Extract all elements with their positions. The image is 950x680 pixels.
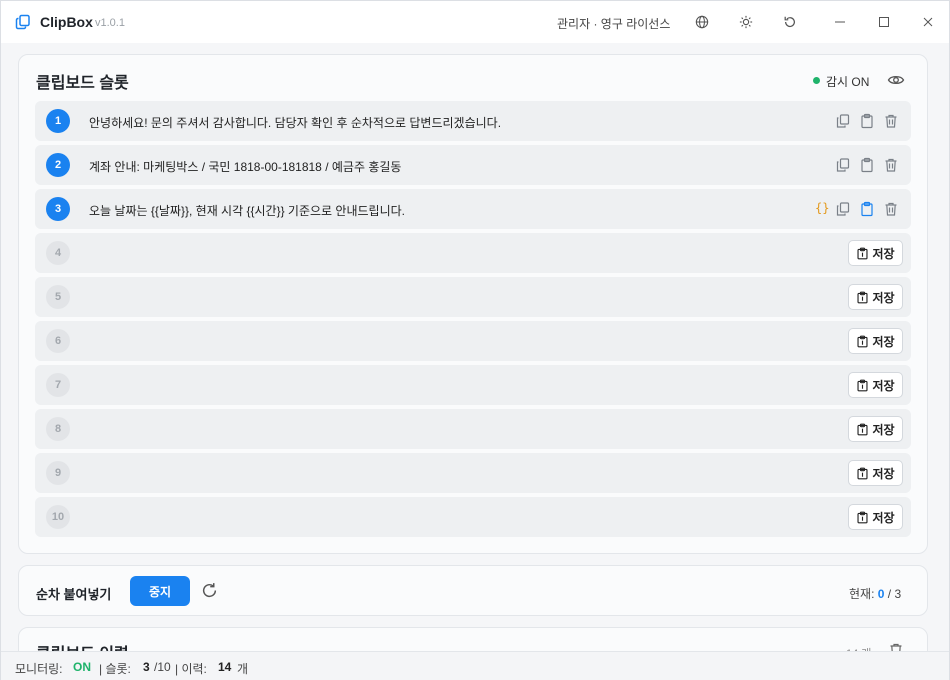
save-button[interactable]: 저장 — [848, 284, 903, 310]
save-label: 저장 — [872, 466, 895, 481]
current-label: 현재: — [849, 587, 875, 601]
slot-row[interactable]: 9 저장 — [35, 453, 911, 493]
total-count: 3 — [894, 587, 902, 601]
sequential-paste-panel: 순차 붙여넣기 중지 현재: 0 / 3 — [18, 565, 928, 616]
close-icon[interactable] — [919, 13, 937, 31]
save-button[interactable]: 저장 — [848, 372, 903, 398]
save-label: 저장 — [872, 422, 895, 437]
save-button[interactable]: 저장 — [848, 240, 903, 266]
clipboard-save-icon — [856, 247, 869, 260]
app-version: v1.0.1 — [95, 17, 125, 29]
slot-row[interactable]: 5 저장 — [35, 277, 911, 317]
history-label: | 이력: — [175, 662, 207, 676]
slot-row[interactable]: 2 계좌 안내: 마케팅박스 / 국민 1818-00-181818 / 예금주 … — [35, 145, 911, 185]
slots-total: /10 — [154, 660, 171, 674]
slot-number: 10 — [46, 505, 70, 529]
save-label: 저장 — [872, 510, 895, 525]
save-button[interactable]: 저장 — [848, 328, 903, 354]
clipboard-save-icon — [856, 291, 869, 304]
save-button[interactable]: 저장 — [848, 504, 903, 530]
rotate-icon[interactable] — [781, 13, 799, 31]
trash-icon[interactable] — [883, 157, 899, 173]
slot-row[interactable]: 1 안녕하세요! 문의 주셔서 감사합니다. 담당자 확인 후 순차적으로 답변드… — [35, 101, 911, 141]
trash-icon[interactable] — [883, 113, 899, 129]
monitor-status-dot — [813, 77, 820, 84]
trash-icon[interactable] — [883, 201, 899, 217]
current-index: 0 — [877, 587, 885, 601]
history-count-status: 14 — [218, 660, 232, 674]
sequential-progress: 현재: 0 / 3 — [849, 585, 901, 602]
license-info: 관리자 · 영구 라이선스 — [557, 17, 671, 31]
monitor-status: 감시 ON — [826, 75, 870, 89]
globe-icon[interactable] — [693, 13, 711, 31]
minimize-icon[interactable] — [831, 13, 849, 31]
slot-number: 2 — [46, 153, 70, 177]
slot-text: 계좌 안내: 마케팅박스 / 국민 1818-00-181818 / 예금주 홍… — [89, 160, 402, 174]
clipboard-save-icon — [856, 467, 869, 480]
slot-row[interactable]: 7 저장 — [35, 365, 911, 405]
copy-icon[interactable] — [835, 113, 851, 129]
slot-number: 6 — [46, 329, 70, 353]
copy-icon[interactable] — [835, 201, 851, 217]
slot-number: 4 — [46, 241, 70, 265]
slot-row[interactable]: 3 오늘 날짜는 {{날짜}}, 현재 시각 {{시간}} 기준으로 안내드립니다… — [35, 189, 911, 229]
slots-used: 3 — [143, 660, 150, 674]
slots-label: | 슬롯: — [99, 662, 131, 676]
clipboard-icon[interactable] — [859, 113, 875, 129]
clipboard-icon[interactable] — [859, 201, 875, 217]
progress-separator: / — [887, 587, 892, 601]
copy-icon[interactable] — [835, 157, 851, 173]
stop-button[interactable]: 중지 — [130, 576, 190, 606]
template-variable-icon[interactable]: {} — [815, 201, 829, 215]
refresh-icon[interactable] — [201, 582, 218, 599]
slot-row[interactable]: 4 저장 — [35, 233, 911, 273]
clipboard-save-icon — [856, 511, 869, 524]
slots-panel: 클립보드 슬롯 감시 ON 1 안녕하세요! 문의 주셔서 감사합니다. 담당자 … — [18, 54, 928, 554]
slots-title: 클립보드 슬롯 — [36, 75, 129, 92]
clipboard-save-icon — [856, 379, 869, 392]
slot-row[interactable]: 8 저장 — [35, 409, 911, 449]
save-button[interactable]: 저장 — [848, 416, 903, 442]
slot-row[interactable]: 10 저장 — [35, 497, 911, 537]
slot-text: 안녕하세요! 문의 주셔서 감사합니다. 담당자 확인 후 순차적으로 답변드리… — [89, 116, 502, 130]
save-label: 저장 — [872, 334, 895, 349]
save-label: 저장 — [872, 378, 895, 393]
save-label: 저장 — [872, 246, 895, 261]
slot-number: 5 — [46, 285, 70, 309]
maximize-icon[interactable] — [875, 13, 893, 31]
clipboard-save-icon — [856, 423, 869, 436]
slot-number: 8 — [46, 417, 70, 441]
monitoring-label: 모니터링: — [15, 662, 63, 676]
title-bar: ClipBox v1.0.1 관리자 · 영구 라이선스 — [1, 1, 949, 43]
copy-logo-icon — [15, 14, 30, 30]
history-unit: 개 — [237, 662, 249, 676]
app-name: ClipBox — [40, 14, 93, 30]
slot-number: 7 — [46, 373, 70, 397]
slot-number: 3 — [46, 197, 70, 221]
save-label: 저장 — [872, 290, 895, 305]
clipboard-icon[interactable] — [859, 157, 875, 173]
sun-icon[interactable] — [737, 13, 755, 31]
save-button[interactable]: 저장 — [848, 460, 903, 486]
app-window: ClipBox v1.0.1 관리자 · 영구 라이선스 클립보드 슬롯 감시 … — [0, 0, 950, 680]
slot-number: 1 — [46, 109, 70, 133]
slot-number: 9 — [46, 461, 70, 485]
monitoring-value: ON — [73, 660, 91, 674]
slot-text: 오늘 날짜는 {{날짜}}, 현재 시각 {{시간}} 기준으로 안내드립니다. — [89, 204, 405, 218]
slot-row[interactable]: 6 저장 — [35, 321, 911, 361]
eye-icon[interactable] — [887, 71, 905, 89]
status-bar: 모니터링: ON | 슬롯: 3 /10 | 이력: 14 개 — [1, 651, 949, 680]
sequential-paste-title: 순차 붙여넣기 — [36, 587, 112, 602]
clipboard-save-icon — [856, 335, 869, 348]
